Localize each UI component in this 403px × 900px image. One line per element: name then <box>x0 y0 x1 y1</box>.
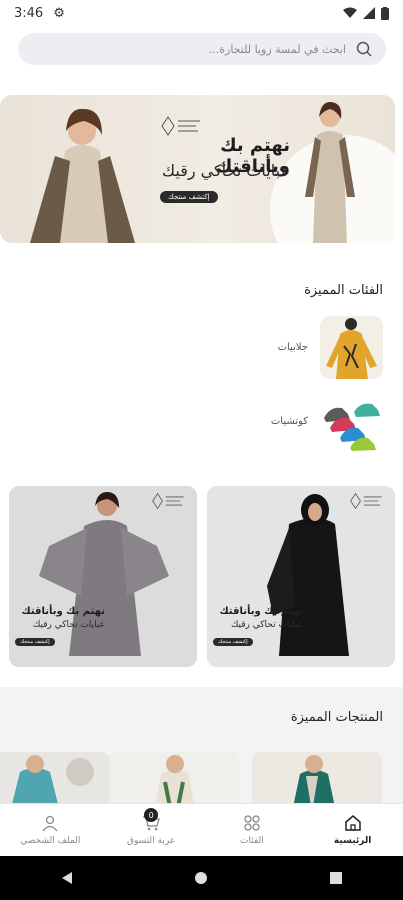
brand-logo-icon <box>350 492 382 510</box>
brand-logo-icon <box>152 492 184 510</box>
hero-model-image-2 <box>305 101 355 243</box>
hero-subline: عبايات تحاكي رقيك <box>161 161 290 180</box>
user-icon <box>42 815 58 832</box>
brand-logo-icon <box>161 116 200 136</box>
promo-card[interactable]: نهتم بك وبأناقتك عبايات تحاكي رقيك إكتشف… <box>207 486 395 667</box>
hero-model-image <box>30 108 135 243</box>
promo-cta-button[interactable]: إكتشف منتجك <box>213 638 253 646</box>
promo-headline: نهتم بك وبأناقتك <box>21 606 106 617</box>
grid-icon <box>244 815 260 831</box>
promo-headline: نهتم بك وبأناقتك <box>219 606 304 617</box>
search-icon <box>356 41 372 57</box>
category-thumbnail <box>320 389 383 453</box>
hero-banner[interactable]: نهتم بك وبأناقتك عبايات تحاكي رقيك إكتشف… <box>0 95 395 243</box>
wifi-icon <box>343 7 357 18</box>
promo-subline: عبايات تحاكي رقيك <box>230 620 303 630</box>
featured-products-title: المنتجات المميزة <box>290 710 383 725</box>
nav-home[interactable]: الرئيسية <box>302 804 403 856</box>
signal-icon <box>363 7 375 19</box>
category-label: جلابيات <box>277 341 308 353</box>
recents-icon[interactable] <box>329 871 343 885</box>
hero-cta-button[interactable]: إكتشف منتجك <box>160 191 218 203</box>
promo-cta-button[interactable]: إكتشف منتجك <box>15 638 55 646</box>
status-icons <box>343 6 389 20</box>
promo-card[interactable]: نهتم بك وبأناقتك عبايات تحاكي رقيك إكتشف… <box>9 486 197 667</box>
promo-subline: عبايات تحاكي رقيك <box>32 620 105 630</box>
status-bar: 3:46 ⚙ <box>0 0 403 26</box>
nav-categories-label: الفئات <box>240 836 264 846</box>
nav-profile[interactable]: الملف الشخصي <box>0 804 101 856</box>
settings-gear-icon: ⚙ <box>53 5 65 21</box>
nav-profile-label: الملف الشخصي <box>20 836 81 846</box>
category-item-jalabiyat[interactable]: جلابيات <box>183 315 383 379</box>
nav-home-label: الرئيسية <box>333 836 372 846</box>
search-placeholder: ابحث في لمسة زويا للتجارة... <box>208 42 346 56</box>
category-thumbnail <box>320 315 383 379</box>
category-label: كوتشيات <box>270 415 308 427</box>
category-item-sneakers[interactable]: كوتشيات <box>183 389 383 453</box>
home-icon <box>344 815 361 831</box>
nav-cart-label: عربة التسوق <box>127 836 176 846</box>
nav-cart[interactable]: 0 عربة التسوق <box>101 804 202 856</box>
system-navigation-bar <box>0 856 403 900</box>
search-bar[interactable]: ابحث في لمسة زويا للتجارة... <box>18 33 386 65</box>
nav-categories[interactable]: الفئات <box>202 804 303 856</box>
featured-categories-title: الفئات المميزة <box>304 283 383 298</box>
battery-icon <box>381 6 389 20</box>
status-time: 3:46 <box>14 5 44 21</box>
home-circle-icon[interactable] <box>194 871 208 885</box>
sneakers-image <box>320 389 383 453</box>
bottom-navigation: الرئيسية الفئات 0 عربة التسوق الملف الشخ… <box>0 803 403 856</box>
back-icon[interactable] <box>60 871 74 885</box>
jalabiya-image <box>320 315 383 379</box>
